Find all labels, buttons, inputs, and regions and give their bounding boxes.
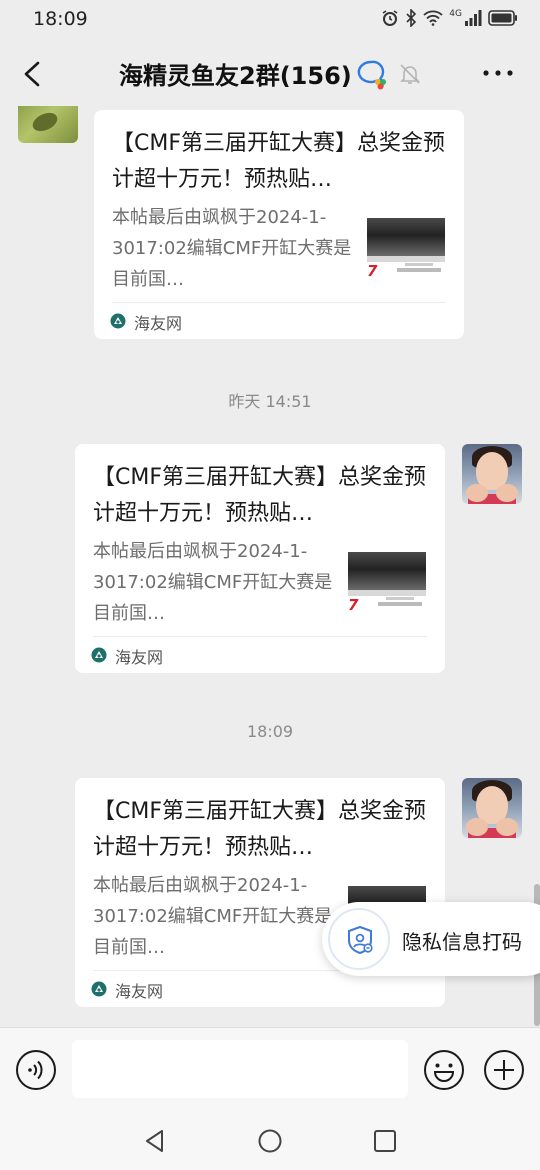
chevron-left-icon	[24, 61, 40, 87]
privacy-icon-circle	[328, 908, 390, 970]
more-options-button[interactable]	[478, 58, 518, 88]
more-actions-button[interactable]	[483, 1049, 525, 1091]
group-chat-icon[interactable]	[355, 58, 389, 92]
alarm-icon	[382, 10, 398, 26]
bluetooth-icon	[406, 9, 417, 27]
more-dots-icon	[483, 70, 513, 76]
sender-avatar[interactable]	[18, 106, 78, 143]
source-logo-icon	[91, 647, 107, 663]
nav-recent-apps-icon[interactable]	[372, 1128, 398, 1154]
back-button[interactable]	[14, 54, 54, 94]
card-description: 本帖最后由飒枫于2024-1-3017:02编辑CMF开缸大赛是目前国…	[93, 541, 333, 624]
mute-bell-icon	[398, 62, 422, 86]
privacy-shield-icon	[348, 925, 373, 955]
timestamp: 昨天 14:51	[228, 392, 312, 411]
card-source: 海友网	[115, 982, 164, 1001]
card-title: 【CMF第三届开缸大赛】总奖金预计超十万元！预热贴…	[112, 131, 445, 192]
card-thumbnail: 7	[367, 210, 445, 288]
nav-home-icon[interactable]	[257, 1128, 283, 1154]
chat-header: 海精灵鱼友2群(156)	[0, 40, 540, 106]
voice-input-button[interactable]	[15, 1049, 57, 1091]
voice-icon	[16, 1050, 56, 1090]
thumbnail-mark: 7	[367, 262, 378, 280]
link-card-message[interactable]: 【CMF第三届开缸大赛】总奖金预计超十万元！预热贴… 本帖最后由飒枫于2024-…	[75, 444, 445, 673]
system-navigation-bar	[0, 1110, 540, 1170]
wifi-icon	[423, 10, 443, 26]
privacy-mask-label: 隐私信息打码	[402, 930, 522, 954]
card-divider	[93, 636, 427, 637]
emoji-button[interactable]	[423, 1049, 465, 1091]
card-description: 本帖最后由飒枫于2024-1-3017:02编辑CMF开缸大赛是目前国…	[112, 207, 352, 290]
network-type-label: 4G	[449, 9, 462, 19]
signal-icon	[465, 10, 482, 26]
card-description: 本帖最后由飒枫于2024-1-3017:02编辑CMF开缸大赛是目前国…	[93, 875, 333, 958]
privacy-mask-button[interactable]: 隐私信息打码	[322, 902, 540, 976]
self-avatar[interactable]	[462, 778, 522, 838]
card-divider	[112, 302, 446, 303]
status-time: 18:09	[33, 8, 88, 30]
plus-icon	[484, 1050, 524, 1090]
chat-title[interactable]: 海精灵鱼友2群(156)	[119, 56, 352, 91]
source-logo-icon	[110, 313, 126, 329]
status-bar: 18:09 4G	[0, 0, 540, 40]
card-thumbnail: 7	[348, 544, 426, 622]
battery-icon	[488, 10, 517, 26]
self-avatar[interactable]	[462, 444, 522, 504]
message-input-bar	[0, 1027, 540, 1110]
timestamp: 18:09	[246, 722, 294, 741]
card-title: 【CMF第三届开缸大赛】总奖金预计超十万元！预热贴…	[93, 799, 426, 860]
source-logo-icon	[91, 981, 107, 997]
message-text-input[interactable]	[72, 1040, 408, 1098]
card-title: 【CMF第三届开缸大赛】总奖金预计超十万元！预热贴…	[93, 465, 426, 526]
nav-back-icon[interactable]	[142, 1128, 168, 1154]
status-icons: 4G	[381, 9, 518, 27]
card-source: 海友网	[115, 648, 164, 667]
emoji-icon	[424, 1050, 464, 1090]
link-card-message[interactable]: 【CMF第三届开缸大赛】总奖金预计超十万元！预热贴… 本帖最后由飒枫于2024-…	[94, 110, 464, 339]
thumbnail-mark: 7	[348, 596, 359, 614]
card-source: 海友网	[134, 314, 183, 333]
